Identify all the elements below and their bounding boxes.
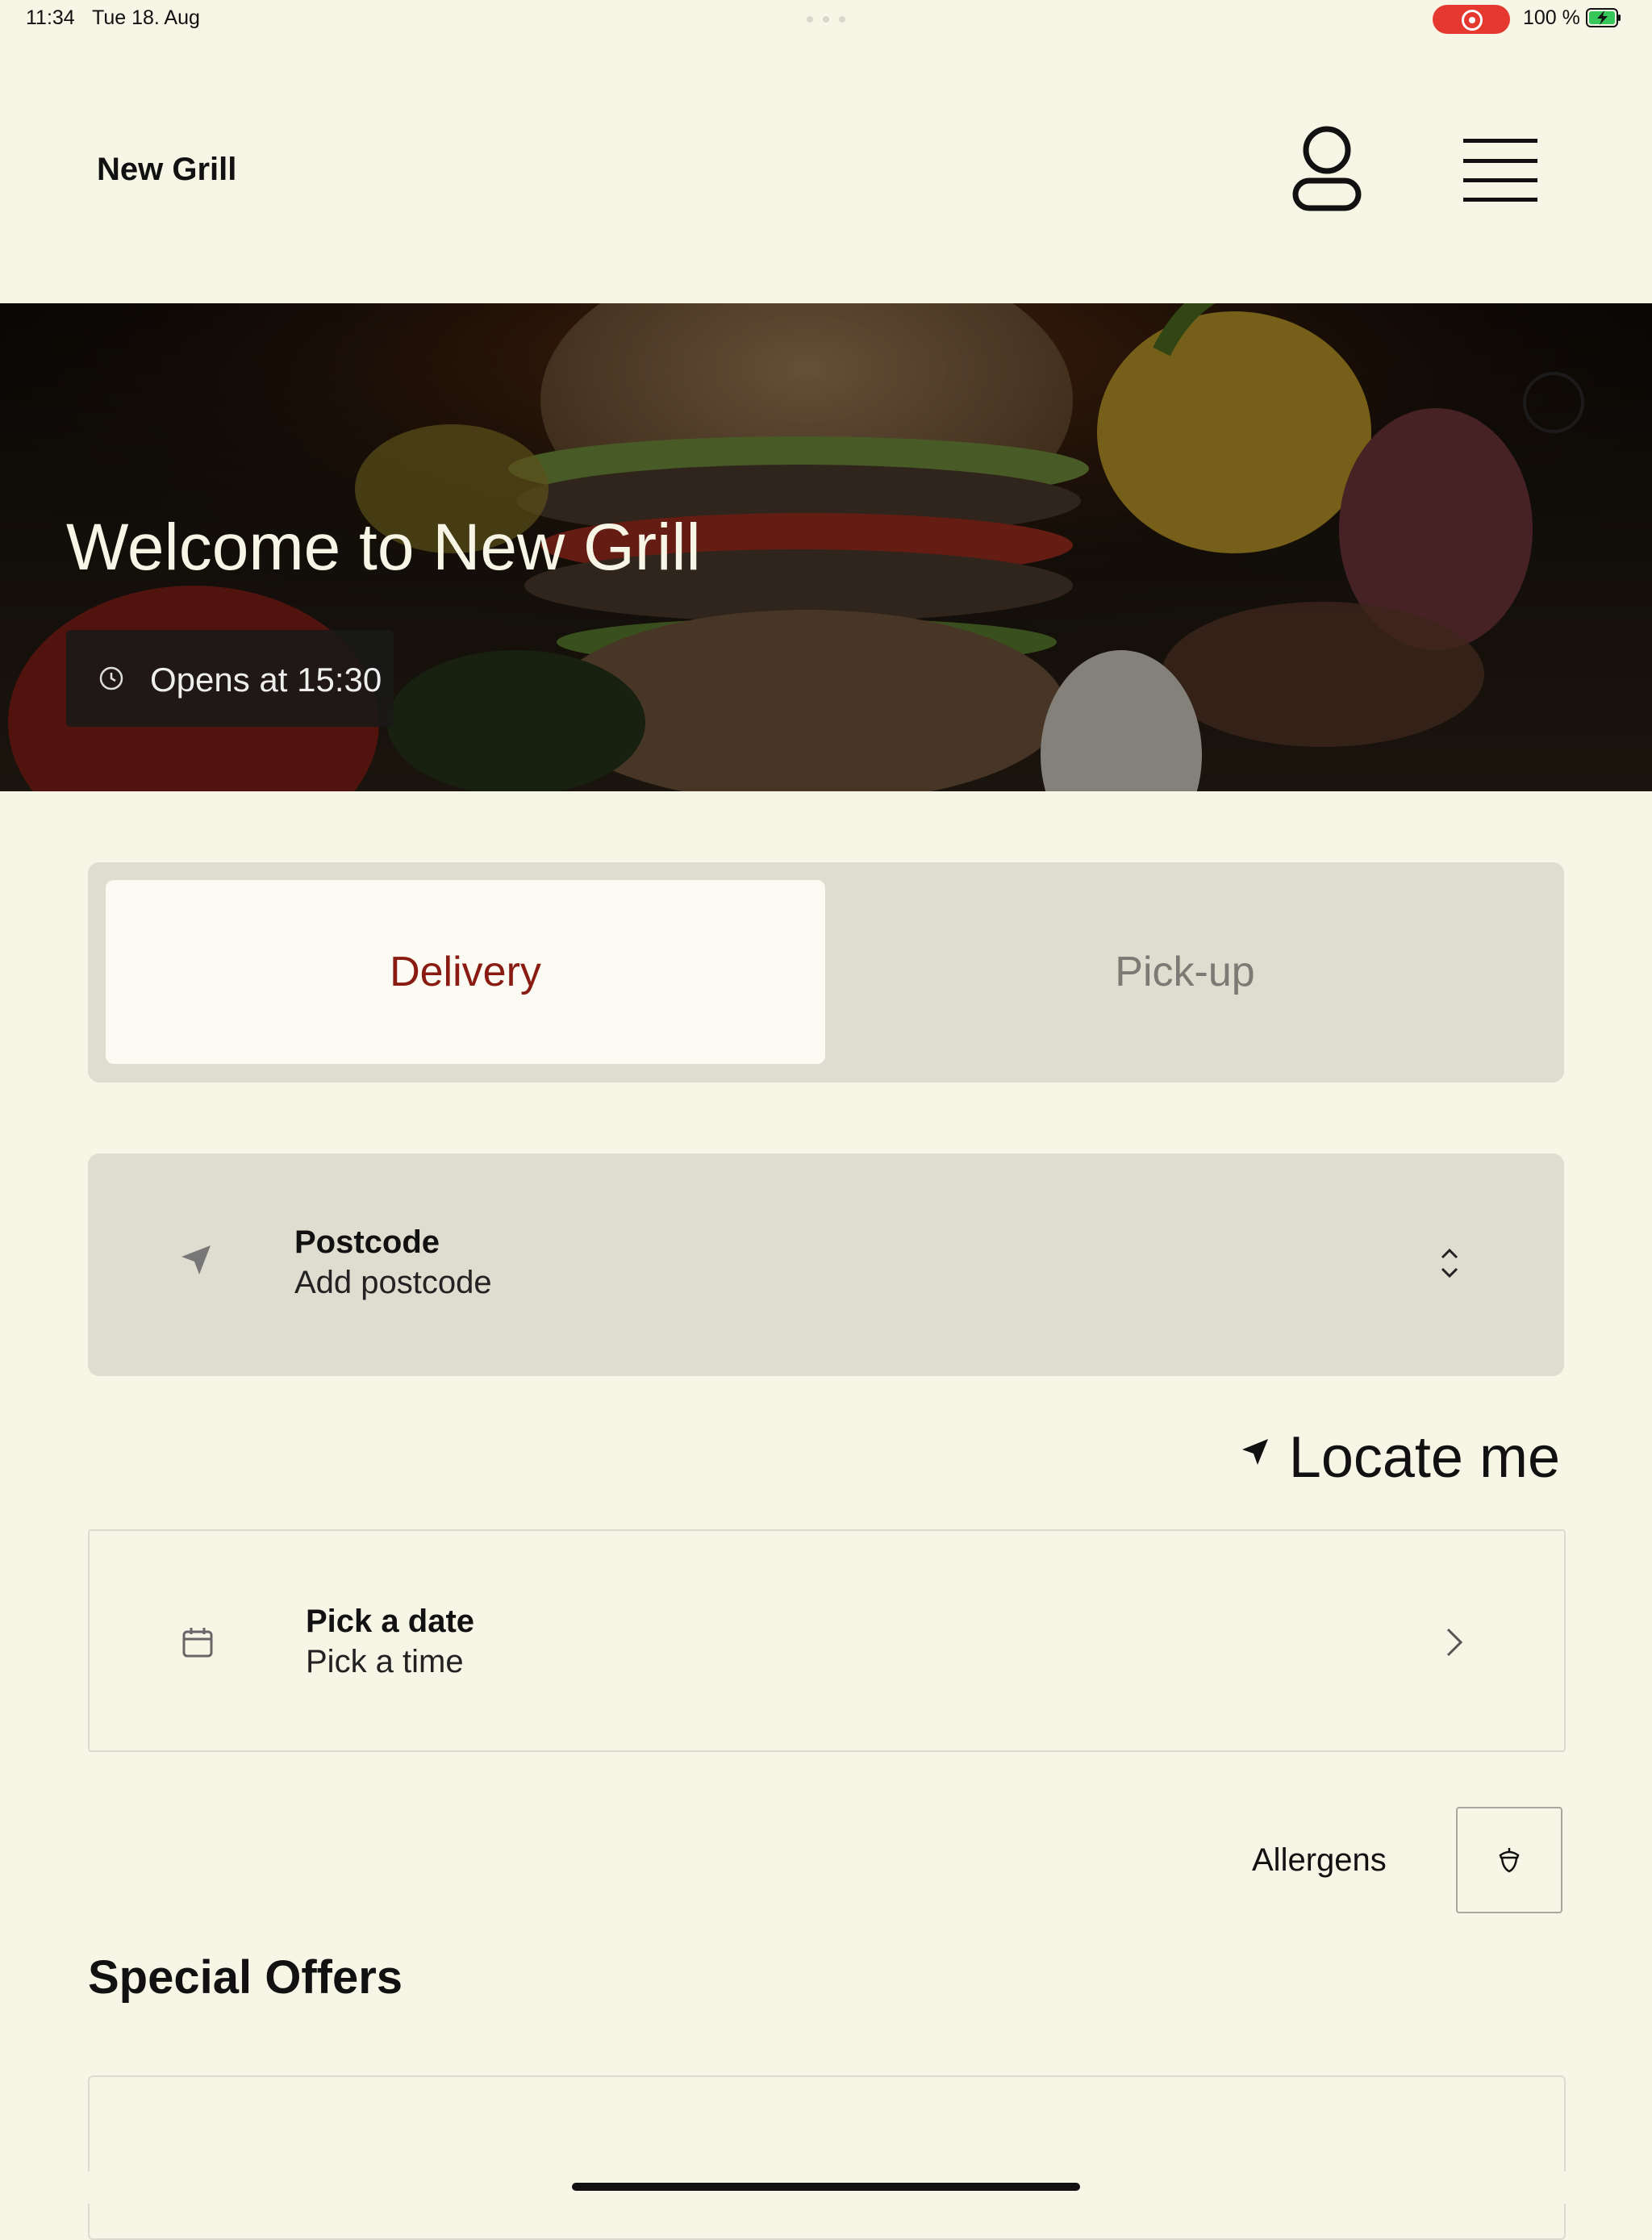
- app-title: New Grill: [97, 152, 237, 187]
- calendar-icon: [182, 1628, 213, 1658]
- order-type-toggle: Delivery Pick-up: [88, 862, 1564, 1082]
- opening-time: Opens at 15:30: [150, 661, 382, 699]
- locate-me-label: Locate me: [1288, 1425, 1560, 1490]
- hero-title: Welcome to New Grill: [66, 511, 701, 584]
- locate-me-button[interactable]: Locate me: [1234, 1420, 1565, 1492]
- acorn-icon: [1499, 1848, 1520, 1873]
- status-bar: 11:34 Tue 18. Aug 100 %: [0, 0, 1652, 40]
- chevron-up-down-icon: [1441, 1248, 1458, 1279]
- tab-pickup[interactable]: Pick-up: [825, 880, 1545, 1064]
- chevron-right-icon: [1446, 1628, 1463, 1657]
- multitasking-dots-icon[interactable]: [807, 16, 845, 23]
- screen-recording-indicator[interactable]: [1433, 5, 1510, 34]
- special-offers-heading: Special Offers: [88, 1951, 403, 2004]
- date-time-picker[interactable]: Pick a date Pick a time: [88, 1529, 1566, 1752]
- opening-hours-badge: Opens at 15:30: [66, 630, 394, 727]
- status-date: Tue 18. Aug: [92, 6, 200, 29]
- postcode-label: Postcode: [294, 1224, 440, 1260]
- tab-delivery[interactable]: Delivery: [106, 880, 825, 1064]
- battery-charging-icon: [1586, 8, 1621, 27]
- clock-icon: [99, 666, 123, 690]
- person-icon[interactable]: [1291, 121, 1363, 218]
- status-time: 11:34: [26, 6, 75, 29]
- pick-date-label: Pick a date: [306, 1604, 475, 1639]
- allergens-label: Allergens: [1252, 1842, 1387, 1878]
- postcode-selector[interactable]: Postcode Add postcode: [88, 1153, 1564, 1376]
- hero-banner: Welcome to New Grill Opens at 15:30: [0, 303, 1652, 791]
- hamburger-menu-icon[interactable]: [1460, 136, 1541, 205]
- pick-time-label: Pick a time: [306, 1644, 464, 1679]
- home-indicator[interactable]: [572, 2183, 1080, 2191]
- battery-percentage: 100 %: [1523, 6, 1580, 29]
- location-arrow-icon: [1242, 1439, 1268, 1465]
- postcode-value: Add postcode: [294, 1265, 492, 1300]
- allergens-button[interactable]: [1456, 1807, 1562, 1913]
- location-arrow-icon: [181, 1245, 211, 1274]
- offer-card[interactable]: [88, 2075, 1566, 2240]
